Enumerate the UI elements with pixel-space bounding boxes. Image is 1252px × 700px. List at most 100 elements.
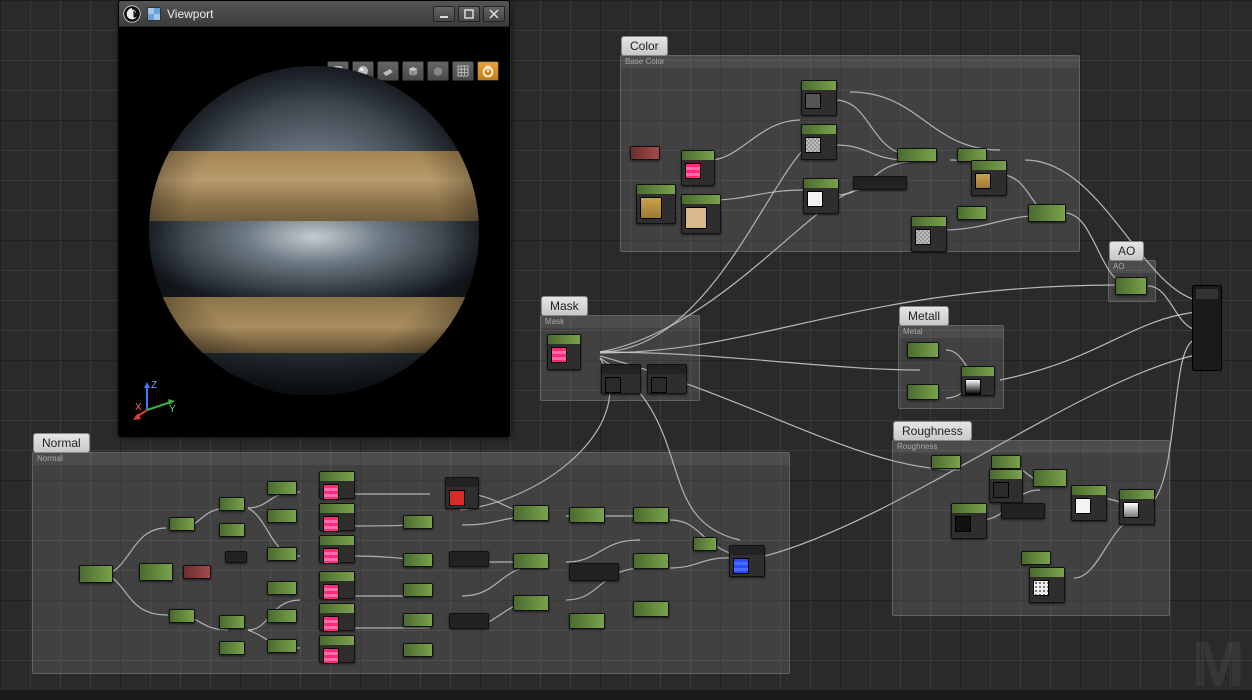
node-texture-sample[interactable] — [801, 80, 837, 116]
node-vector3[interactable] — [445, 477, 479, 509]
watermark: M — [1191, 639, 1246, 690]
node-append[interactable] — [267, 581, 297, 595]
viewport-window[interactable]: Viewport Z Y X — [118, 0, 510, 437]
node-mul[interactable] — [219, 641, 245, 655]
node-texture-sample[interactable] — [971, 160, 1007, 196]
node-lerp[interactable] — [633, 507, 669, 523]
unreal-logo-icon — [123, 5, 141, 23]
node-add[interactable] — [403, 583, 433, 597]
node-const[interactable] — [907, 342, 939, 358]
node-normalize[interactable] — [693, 537, 717, 551]
node-add[interactable] — [403, 515, 433, 529]
node-lerp[interactable] — [1028, 204, 1066, 222]
node-lerp[interactable] — [897, 148, 937, 162]
toolbar-realtime-icon[interactable] — [477, 61, 499, 81]
preview-sphere — [149, 66, 479, 396]
node-const[interactable] — [907, 384, 939, 400]
node-mul[interactable] — [219, 615, 245, 629]
node-component-mask[interactable] — [601, 364, 641, 394]
node-add[interactable] — [403, 613, 433, 627]
minimize-button[interactable] — [433, 6, 455, 22]
region-normal-label: Normal — [33, 433, 90, 453]
region-ao-tab: AO — [1109, 261, 1155, 273]
svg-text:Y: Y — [169, 404, 176, 415]
node-texture-sample[interactable] — [681, 194, 721, 234]
node-lerp[interactable] — [633, 601, 669, 617]
node-texture-sample[interactable] — [319, 471, 355, 499]
region-color-tab: Base Color — [621, 56, 1079, 68]
region-mask[interactable]: Mask Mask — [540, 315, 700, 401]
node-lerp[interactable] — [569, 507, 605, 523]
node-func[interactable] — [853, 176, 907, 190]
node-texture-sample[interactable] — [319, 503, 355, 531]
node-texture-sample[interactable] — [636, 184, 676, 224]
region-mask-label: Mask — [541, 296, 588, 316]
region-mask-tab: Mask — [541, 316, 699, 328]
node-texcoord[interactable] — [79, 565, 113, 583]
node-add[interactable] — [169, 609, 195, 623]
viewport-preview[interactable]: Z Y X — [123, 29, 505, 432]
close-button[interactable] — [483, 6, 505, 22]
node-texture-sample[interactable] — [989, 469, 1023, 503]
node-mul[interactable] — [219, 497, 245, 511]
viewport-tab-icon — [147, 7, 161, 21]
node-texture-sample[interactable] — [803, 178, 839, 214]
node-texture-sample[interactable] — [1029, 567, 1065, 603]
node-mask-texture[interactable] — [547, 334, 581, 370]
node-lerp[interactable] — [569, 613, 605, 629]
node-const[interactable] — [225, 551, 247, 563]
node-component-mask[interactable] — [647, 364, 687, 394]
node-const[interactable] — [991, 455, 1021, 469]
material-output-node[interactable] — [1192, 285, 1222, 371]
node-lerp[interactable] — [633, 553, 669, 569]
region-color[interactable]: Color Base Color — [620, 55, 1080, 252]
node-append[interactable] — [267, 547, 297, 561]
region-roughness[interactable]: Roughness Roughness — [892, 440, 1170, 616]
node-append[interactable] — [267, 481, 297, 495]
region-roughness-tab: Roughness — [893, 441, 1169, 453]
node-texture-sample[interactable] — [319, 571, 355, 599]
node-const[interactable] — [1021, 551, 1051, 565]
node-lerp[interactable] — [961, 366, 995, 396]
node-blend[interactable] — [449, 613, 489, 629]
region-roughness-label: Roughness — [893, 421, 972, 441]
node-append[interactable] — [267, 509, 297, 523]
node-blend[interactable] — [449, 551, 489, 567]
node-mul[interactable] — [219, 523, 245, 537]
node-add[interactable] — [403, 553, 433, 567]
node-texture-sample[interactable] — [319, 535, 355, 563]
node-add[interactable] — [169, 517, 195, 531]
svg-text:Z: Z — [151, 380, 157, 391]
node-func[interactable] — [1001, 503, 1045, 519]
region-normal[interactable]: Normal Normal — [32, 452, 790, 674]
node-texture-sample[interactable] — [681, 150, 715, 186]
node-lerp[interactable] — [513, 595, 549, 611]
node-const[interactable] — [931, 455, 961, 469]
region-metal[interactable]: Metall Metal — [898, 325, 1004, 409]
node-multiply[interactable] — [957, 206, 987, 220]
node-append[interactable] — [267, 639, 297, 653]
maximize-button[interactable] — [458, 6, 480, 22]
node-panner[interactable] — [139, 563, 173, 581]
node-lerp[interactable] — [1119, 489, 1155, 525]
node-texture-sample[interactable] — [951, 503, 987, 539]
node-texture-sample[interactable] — [319, 603, 355, 631]
node-append[interactable] — [267, 609, 297, 623]
region-ao[interactable]: AO AO — [1108, 260, 1156, 302]
node-lerp[interactable] — [513, 505, 549, 521]
node-mul[interactable] — [1033, 469, 1067, 487]
material-graph-workspace[interactable]: Color Base Color AO AO Mask Mask Metall … — [0, 0, 1252, 690]
node-add[interactable] — [403, 643, 433, 657]
node-param[interactable] — [630, 146, 660, 160]
node-const[interactable] — [183, 565, 211, 579]
node-texture-sample[interactable] — [319, 635, 355, 663]
node-texture-sample[interactable] — [911, 216, 947, 252]
viewport-titlebar[interactable]: Viewport — [119, 1, 509, 27]
region-normal-tab: Normal — [33, 453, 789, 465]
node-ao[interactable] — [1115, 277, 1147, 295]
node-blend[interactable] — [569, 563, 619, 581]
node-texture-sample[interactable] — [801, 124, 837, 160]
node-texture-sample[interactable] — [1071, 485, 1107, 521]
node-lerp[interactable] — [513, 553, 549, 569]
node-output-normal[interactable] — [729, 545, 765, 577]
